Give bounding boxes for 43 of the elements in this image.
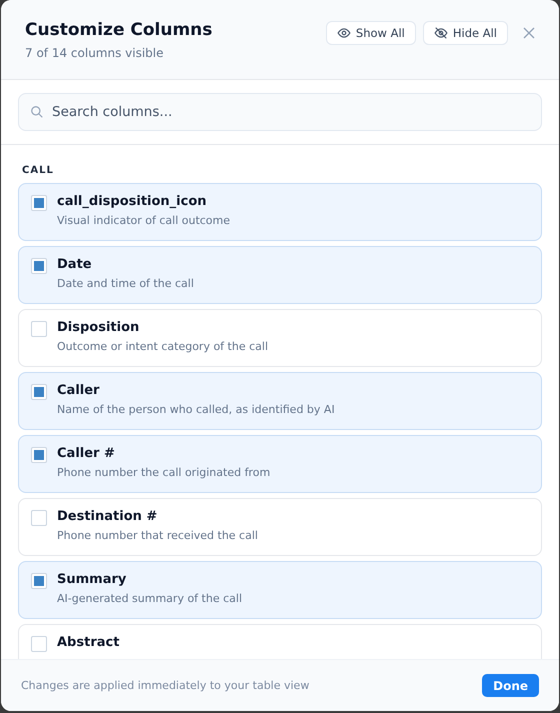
close-icon[interactable]	[523, 27, 535, 39]
checkbox[interactable]	[31, 195, 47, 211]
column-item[interactable]: Caller # Phone number the call originated from	[18, 435, 542, 493]
column-item[interactable]: Destination # Phone number that received the call	[18, 498, 542, 556]
column-name: Summary	[57, 572, 128, 587]
checkbox[interactable]	[31, 258, 47, 274]
column-item[interactable]: Abstract	[18, 624, 542, 659]
column-description: Visual indicator of call outcome	[57, 214, 230, 227]
column-description: Outcome or intent category of the call	[57, 340, 268, 353]
search-icon	[30, 105, 44, 119]
column-description: AI-generated summary of the call	[57, 592, 242, 605]
eye-off-icon	[434, 26, 448, 40]
visible-count: 7 of 14 columns visible	[25, 46, 165, 60]
checkbox[interactable]	[31, 510, 47, 526]
checkbox[interactable]	[31, 573, 47, 589]
footer-note: Changes are applied immediately to your table view	[21, 679, 310, 692]
eye-icon	[336, 26, 351, 40]
done-button[interactable]: Done	[482, 674, 539, 697]
column-item[interactable]: Caller Name of the person who called, as identified by AI	[18, 372, 542, 430]
checkbox[interactable]	[31, 384, 47, 400]
column-description: Date and time of the call	[57, 277, 194, 290]
column-item[interactable]: Date Date and time of the call	[18, 246, 542, 304]
checkbox[interactable]	[31, 321, 47, 337]
search-field[interactable]: Search columns...	[18, 93, 542, 131]
column-name: Caller	[57, 383, 100, 398]
group-heading: CALL	[22, 165, 55, 176]
column-name: call_disposition_icon	[57, 194, 208, 209]
dialog-title: Customize Columns	[25, 20, 212, 40]
show-all-button[interactable]: Show All	[326, 21, 416, 45]
column-name: Date	[57, 257, 93, 272]
column-description: Phone number that received the call	[57, 529, 258, 542]
column-description: Name of the person who called, as identified by AI	[57, 403, 335, 416]
column-item[interactable]: Disposition Outcome or intent category of the call	[18, 309, 542, 367]
hide-all-button[interactable]: Hide All	[422, 21, 508, 45]
checkbox[interactable]	[31, 447, 47, 463]
column-item[interactable]: call_disposition_icon Visual indicator of call outcome	[18, 183, 542, 241]
column-description: Phone number the call originated from	[57, 466, 270, 479]
column-item[interactable]: Summary AI-generated summary of the call	[18, 561, 542, 619]
column-name: Caller #	[57, 446, 116, 461]
column-name: Abstract	[57, 635, 120, 650]
checkbox[interactable]	[31, 636, 47, 652]
column-name: Disposition	[57, 320, 140, 335]
column-name: Destination #	[57, 509, 158, 524]
